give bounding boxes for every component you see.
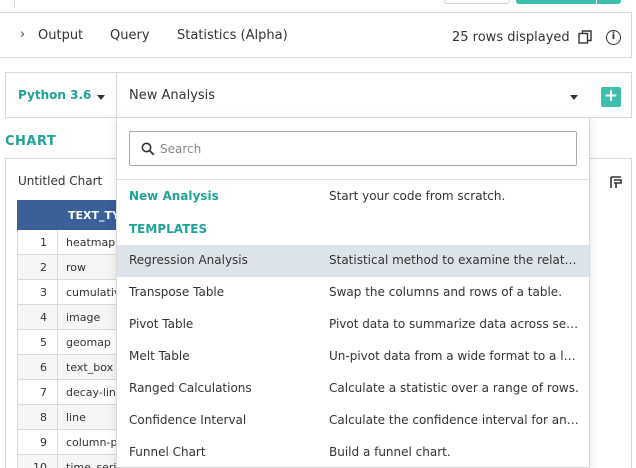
menu-item-description: Start your code from scratch. (329, 189, 506, 203)
menu-item-description: Un-pivot data from a wide format to a lo… (329, 349, 579, 363)
menu-item-description: Pivot data to summarize data across sele… (329, 317, 579, 331)
index-column-header (17, 200, 58, 230)
rows-displayed: 25 rows displayed (452, 30, 570, 45)
menu-item-name: Regression Analysis (129, 253, 248, 267)
search-input[interactable] (160, 140, 560, 158)
menu-item-name: Confidence Interval (129, 413, 247, 427)
menu-item-name: Melt Table (129, 349, 190, 363)
chart-title[interactable]: Untitled Chart (18, 174, 102, 188)
tab-query[interactable]: Query (110, 28, 150, 43)
plus-icon[interactable]: + (601, 87, 621, 107)
language-select[interactable]: Python 3.6 (5, 72, 117, 118)
table-row: 6 text_box (17, 354, 129, 380)
table-row: 1 heatmap (17, 229, 129, 255)
menu-item-new-analysis[interactable]: New Analysis Start your code from scratc… (117, 181, 589, 213)
row-index: 9 (17, 429, 58, 455)
menu-item-name: Ranged Calculations (129, 381, 252, 395)
caret-down-icon (570, 95, 578, 100)
menu-item-transpose-table[interactable]: Transpose Table Swap the columns and row… (117, 277, 589, 309)
row-index: 5 (17, 329, 58, 355)
menu-item-melt-table[interactable]: Melt Table Un-pivot data from a wide for… (117, 341, 589, 373)
row-index: 2 (17, 254, 58, 280)
menu-item-name: Pivot Table (129, 317, 194, 331)
row-index: 3 (17, 279, 58, 305)
copy-icon[interactable] (578, 30, 592, 44)
search-box[interactable] (129, 131, 577, 166)
toolbar-button[interactable] (444, 0, 510, 4)
tab-output[interactable]: Output (38, 28, 83, 43)
menu-item-name: New Analysis (129, 189, 219, 203)
tab-statistics[interactable]: Statistics (Alpha) (177, 28, 288, 43)
templates-heading: TEMPLATES (129, 222, 208, 236)
row-index: 10 (17, 454, 58, 468)
table-row: 5 geomap (17, 329, 129, 355)
table-row: 7 decay-line (17, 379, 129, 405)
run-button[interactable] (516, 0, 596, 4)
dropdown-divider (117, 179, 589, 180)
analysis-select[interactable]: New Analysis (116, 72, 590, 118)
menu-item-description: Swap the columns and rows of a table. (329, 285, 563, 299)
table-row: 3 cumulative (17, 279, 129, 305)
row-index: 1 (17, 229, 58, 255)
menu-item-name: Funnel Chart (129, 445, 206, 459)
menu-item-description: Calculate the confidence interval for an… (329, 413, 579, 427)
menu-item-funnel-chart[interactable]: Funnel Chart Build a funnel chart. (117, 437, 589, 467)
search-icon (141, 142, 155, 156)
menu-item-description: Calculate a statistic over a range of ro… (329, 381, 579, 395)
analysis-label: New Analysis (129, 88, 216, 103)
row-index: 7 (17, 379, 58, 405)
add-analysis-container: + (589, 72, 632, 118)
chart-edit-icon[interactable] (610, 176, 622, 189)
top-toolbar (0, 0, 636, 12)
toolbar-divider (14, 0, 15, 8)
menu-item-name: Transpose Table (129, 285, 225, 299)
row-index: 4 (17, 304, 58, 330)
table-header-row: TEXT_TY (17, 200, 129, 230)
table-row: 8 line (17, 404, 129, 430)
menu-item-pivot-table[interactable]: Pivot Table Pivot data to summarize data… (117, 309, 589, 341)
row-index: 8 (17, 404, 58, 430)
analysis-dropdown-menu: New Analysis Start your code from scratc… (116, 117, 590, 468)
row-index: 6 (17, 354, 58, 380)
data-table: TEXT_TY 1 heatmap 2 row 3 cumulative 4 image… (17, 200, 129, 468)
menu-item-confidence-interval[interactable]: Confidence Interval Calculate the confid… (117, 405, 589, 437)
menu-item-description: Build a funnel chart. (329, 445, 451, 459)
chevron-right-icon[interactable]: › (20, 27, 25, 42)
table-row: 4 image (17, 304, 129, 330)
menu-item-description: Statistical method to examine the relati… (329, 253, 579, 267)
caret-down-icon (97, 95, 105, 100)
language-label: Python 3.6 (18, 88, 92, 102)
run-options-button[interactable] (597, 0, 621, 4)
table-row: 2 row (17, 254, 129, 280)
menu-item-regression-analysis[interactable]: Regression Analysis Statistical method t… (117, 245, 589, 277)
table-row: 10 time_seri (17, 454, 129, 468)
menu-item-ranged-calculations[interactable]: Ranged Calculations Calculate a statisti… (117, 373, 589, 405)
table-row: 9 column-p (17, 429, 129, 455)
result-bar: › Output Query Statistics (Alpha) 25 row… (0, 12, 632, 58)
chart-heading: CHART (5, 134, 57, 149)
info-icon[interactable]: i (606, 30, 621, 45)
